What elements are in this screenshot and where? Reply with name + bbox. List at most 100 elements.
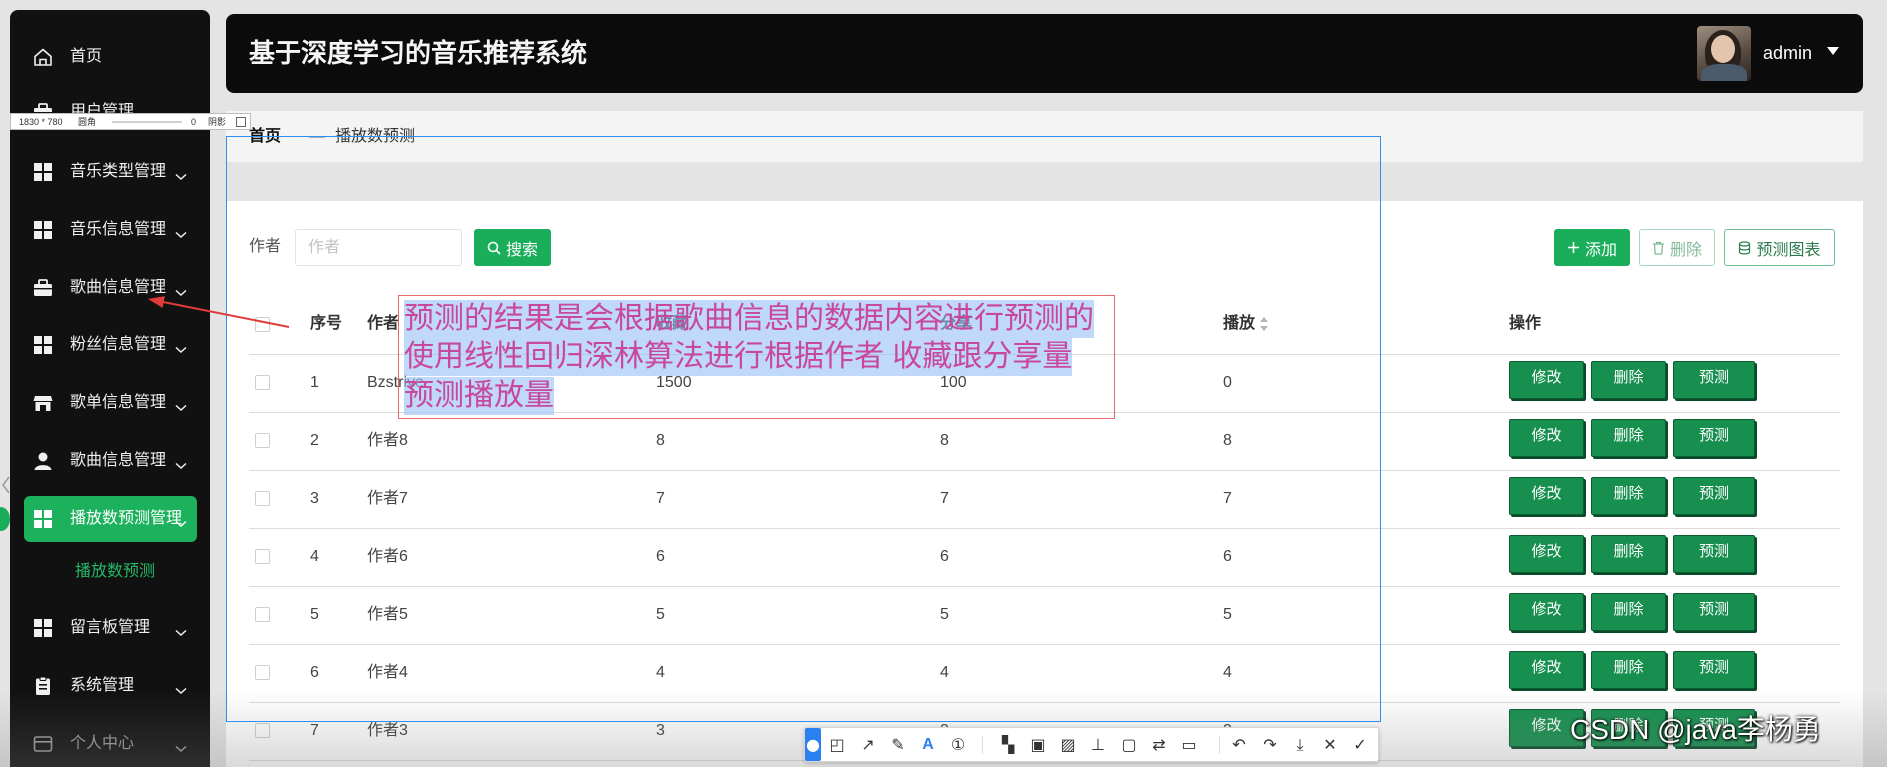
sidebar-item-personal-center[interactable]: 个人中心 [10, 721, 210, 767]
breadcrumb-home[interactable]: 首页 [249, 111, 281, 162]
sidebar-item-fan-info-management[interactable]: 粉丝信息管理 [10, 322, 210, 368]
grid-icon [32, 161, 54, 183]
row-checkbox[interactable] [255, 607, 270, 622]
arrow-icon[interactable]: ↗ [856, 728, 880, 761]
cell-favorites: 5 [656, 606, 665, 623]
edit-row-button[interactable]: 修改 [1509, 419, 1584, 457]
pin-top-icon[interactable]: ⊥ [1086, 728, 1110, 761]
cell-favorites: 8 [656, 432, 665, 449]
sidebar-subitem-play-count-prediction[interactable]: 播放数预测 [75, 560, 155, 584]
sidebar-item-message-board-management[interactable]: 留言板管理 [10, 605, 210, 651]
row-divider [249, 586, 1840, 587]
row-checkbox[interactable] [255, 723, 270, 738]
edit-row-button[interactable]: 修改 [1509, 651, 1584, 689]
sidebar-item-system-management[interactable]: 系统管理 [10, 663, 210, 709]
fill-icon[interactable]: ▣ [1026, 728, 1050, 761]
delete-row-button[interactable]: 删除 [1591, 593, 1666, 631]
predict-row-button[interactable]: 预测 [1673, 651, 1755, 689]
sidebar-item-music-info-management[interactable]: 音乐信息管理 [10, 207, 210, 253]
delete-row-button[interactable]: 删除 [1591, 651, 1666, 689]
trash-icon [1652, 241, 1664, 255]
cell-favorites: 7 [656, 490, 665, 507]
close-icon[interactable]: ✕ [1318, 728, 1342, 761]
shape-icon[interactable]: ◰ [825, 728, 849, 761]
sidebar-item-label: 系统管理 [70, 677, 135, 694]
batch-delete-button[interactable]: 删除 [1639, 229, 1715, 266]
chevron-down-icon [175, 226, 187, 239]
delete-row-button[interactable]: 删除 [1591, 477, 1666, 515]
predict-row-button[interactable]: 预测 [1673, 593, 1755, 631]
edit-row-button[interactable]: 修改 [1509, 593, 1584, 631]
delete-row-button[interactable]: 删除 [1591, 419, 1666, 457]
pen-icon[interactable]: ✎ [886, 728, 910, 761]
collapse-chevron-icon[interactable] [1, 476, 11, 494]
row-checkbox[interactable] [255, 375, 270, 390]
column-header-actions: 操作 [1509, 315, 1542, 332]
hatch-icon[interactable]: ▨ [1056, 728, 1080, 761]
add-button[interactable]: 添加 [1554, 229, 1630, 266]
predict-row-button[interactable]: 预测 [1673, 361, 1755, 399]
cell-plays: 6 [1223, 548, 1232, 565]
home-icon [32, 46, 54, 68]
mosaic-icon[interactable]: ▚ [996, 728, 1020, 761]
username[interactable]: admin [1763, 14, 1812, 93]
breadcrumb-current: 播放数预测 [335, 128, 416, 145]
row-checkbox[interactable] [255, 433, 270, 448]
toolbar-separator [1219, 736, 1220, 754]
row-checkbox[interactable] [255, 665, 270, 680]
number-icon[interactable]: ① [946, 728, 970, 761]
cell-index: 7 [310, 722, 319, 739]
edit-row-button[interactable]: 修改 [1509, 361, 1584, 399]
edit-row-button[interactable]: 修改 [1509, 535, 1584, 573]
annotation-line: 使用线性回归深林算法进行根据作者 收藏跟分享量 [404, 338, 1073, 376]
radius-slider[interactable] [112, 121, 182, 123]
cell-index: 3 [310, 490, 319, 507]
grid-icon [32, 508, 54, 530]
annotation-line: 预测的结果是会根据歌曲信息的数据内容进行预测的 [404, 300, 1094, 338]
drag-handle[interactable] [0, 507, 10, 531]
text-icon[interactable]: A [916, 728, 940, 761]
shadow-checkbox[interactable] [236, 117, 246, 127]
sidebar-item-label: 歌曲信息管理 [70, 452, 167, 469]
sidebar-item-home[interactable]: 首页 [10, 34, 210, 80]
redo-icon[interactable]: ↷ [1258, 728, 1282, 761]
search-input[interactable] [295, 229, 462, 266]
sidebar-item-song-info-management[interactable]: 歌曲信息管理 [10, 265, 210, 311]
sidebar-item-play-count-prediction-management[interactable]: 播放数预测管理 [24, 496, 197, 542]
chevron-down-icon [175, 168, 187, 181]
chevron-down-icon [175, 682, 187, 695]
select-all-checkbox[interactable] [255, 317, 270, 332]
translate-icon[interactable]: ⇄ [1147, 728, 1171, 761]
cell-author: 作者4 [367, 664, 408, 681]
sort-icon[interactable] [1259, 316, 1269, 332]
delete-row-button[interactable]: 删除 [1591, 535, 1666, 573]
prediction-chart-button[interactable]: 预测图表 [1724, 229, 1835, 266]
download-icon[interactable]: ⤓ [1288, 728, 1312, 761]
ocr-icon[interactable]: ▭ [1177, 728, 1201, 761]
sidebar-item-song-info-management-2[interactable]: 歌曲信息管理 [10, 438, 210, 484]
search-input-field[interactable] [296, 230, 461, 265]
row-checkbox[interactable] [255, 491, 270, 506]
confirm-icon[interactable]: ✓ [1348, 728, 1372, 761]
sidebar-item-label: 首页 [70, 48, 103, 65]
undo-icon[interactable]: ↶ [1227, 728, 1251, 761]
annotation-textbox[interactable]: 预测的结果是会根据歌曲信息的数据内容进行预测的 使用线性回归深林算法进行根据作者… [398, 295, 1115, 419]
pin-icon[interactable]: ● [805, 728, 821, 761]
annotation-line: 预测播放量 [404, 377, 554, 415]
screen-icon[interactable]: ▢ [1117, 728, 1141, 761]
column-header-plays[interactable]: 播放 [1223, 314, 1255, 334]
avatar[interactable] [1697, 26, 1751, 81]
breadcrumb: 首页 — 播放数预测 [226, 111, 1863, 162]
row-checkbox[interactable] [255, 549, 270, 564]
sidebar-item-music-type-management[interactable]: 音乐类型管理 [10, 149, 210, 195]
predict-row-button[interactable]: 预测 [1673, 477, 1755, 515]
delete-row-button[interactable]: 删除 [1591, 361, 1666, 399]
predict-row-button[interactable]: 预测 [1673, 535, 1755, 573]
search-button[interactable]: 搜索 [474, 229, 551, 266]
caret-down-icon[interactable] [1827, 47, 1839, 55]
wallet-icon [32, 733, 54, 755]
sidebar-item-playlist-info-management[interactable]: 歌单信息管理 [10, 380, 210, 426]
predict-row-button[interactable]: 预测 [1673, 419, 1755, 457]
row-divider [249, 702, 1840, 703]
edit-row-button[interactable]: 修改 [1509, 477, 1584, 515]
